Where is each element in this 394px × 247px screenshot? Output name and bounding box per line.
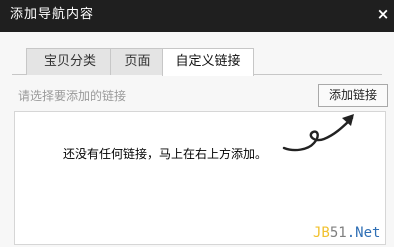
tab-product-categories[interactable]: 宝贝分类: [26, 48, 114, 75]
tab-pages[interactable]: 页面: [110, 48, 165, 75]
watermark-net: .Net: [346, 225, 381, 241]
dialog-title: 添加导航内容: [10, 7, 95, 22]
select-link-hint: 请选择要添加的链接: [18, 89, 127, 103]
watermark-jb: JB: [313, 225, 330, 241]
tab-custom-link[interactable]: 自定义链接: [162, 48, 254, 76]
watermark-51: 51: [329, 225, 347, 241]
title-bar: 添加导航内容 ×: [0, 0, 394, 32]
close-icon[interactable]: ×: [376, 6, 390, 22]
add-link-button[interactable]: 添加链接: [318, 84, 388, 107]
empty-state-message: 还没有任何链接，马上在右上方添加。: [63, 147, 268, 161]
add-navigation-dialog: 添加导航内容 × 宝贝分类 页面 自定义链接 请选择要添加的链接 添加链接 还没…: [0, 0, 394, 247]
tab-bar: 宝贝分类 页面 自定义链接: [12, 48, 382, 76]
curly-arrow-icon: [282, 114, 354, 152]
site-watermark: JB51.Net: [313, 225, 380, 241]
